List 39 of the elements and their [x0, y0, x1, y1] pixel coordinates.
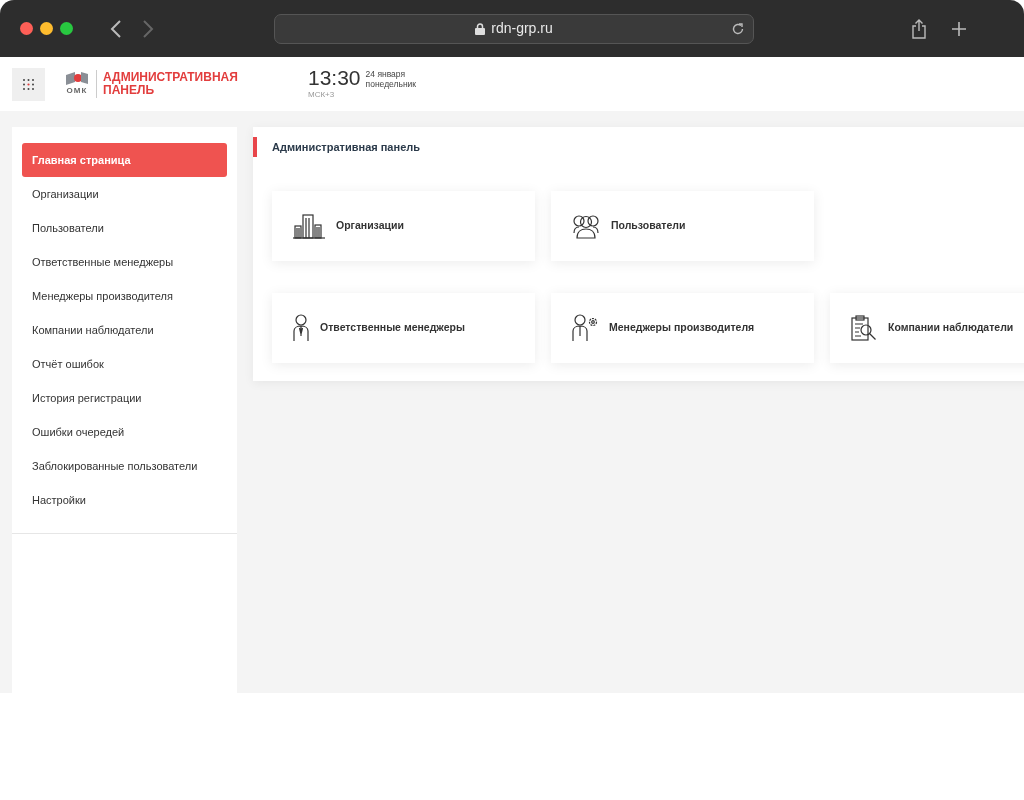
share-icon[interactable]: [911, 18, 927, 39]
menu-icon: [22, 77, 35, 91]
weekday: понедельник: [365, 79, 417, 89]
sidebar-item[interactable]: Организации: [22, 177, 227, 211]
close-window-button[interactable]: [20, 22, 33, 35]
sidebar-item[interactable]: История регистрации: [22, 381, 227, 415]
sidebar-item[interactable]: Ответственные менеджеры: [22, 245, 227, 279]
sidebar-item[interactable]: Ошибки очередей: [22, 415, 227, 449]
page-title: Административная панель: [253, 137, 1024, 157]
person-with-gear-icon: [571, 314, 599, 342]
person-with-tie-icon: [292, 314, 310, 342]
sidebar-item[interactable]: Заблокированные пользователи: [22, 449, 227, 483]
dashboard-tile[interactable]: Пользователи: [551, 191, 814, 261]
dashboard-tile[interactable]: Ответственные менеджеры: [272, 293, 535, 363]
dashboard-tile[interactable]: Компании наблюдатели: [830, 293, 1024, 363]
new-tab-icon[interactable]: [951, 20, 967, 37]
logo-caption: ОМК: [66, 85, 88, 97]
back-icon[interactable]: [110, 19, 122, 38]
menu-button[interactable]: [12, 67, 45, 101]
users-icon: [571, 213, 601, 239]
forward-icon[interactable]: [142, 19, 154, 38]
clipboard-magnifier-icon: [850, 314, 878, 342]
dashboard-tile[interactable]: Менеджеры производителя: [551, 293, 814, 363]
sidebar-item[interactable]: Настройки: [22, 483, 227, 517]
reload-icon[interactable]: [731, 21, 745, 36]
sidebar-item[interactable]: Отчёт ошибок: [22, 347, 227, 381]
sidebar-item[interactable]: Пользователи: [22, 211, 227, 245]
buildings-icon: [292, 213, 326, 239]
maximize-window-button[interactable]: [60, 22, 73, 35]
minimize-window-button[interactable]: [40, 22, 53, 35]
date: 24 января: [365, 69, 407, 79]
logo-icon: [65, 71, 89, 85]
dashboard-tile[interactable]: Организации: [272, 191, 535, 261]
clock-time: 13:30: [308, 67, 361, 89]
lock-icon: [475, 22, 486, 35]
sidebar-item[interactable]: Компании наблюдатели: [22, 313, 227, 347]
sidebar-item[interactable]: Менеджеры производителя: [22, 279, 227, 313]
address-field[interactable]: rdn-grp.ru: [274, 13, 754, 44]
timezone: МСК+3: [308, 89, 336, 101]
